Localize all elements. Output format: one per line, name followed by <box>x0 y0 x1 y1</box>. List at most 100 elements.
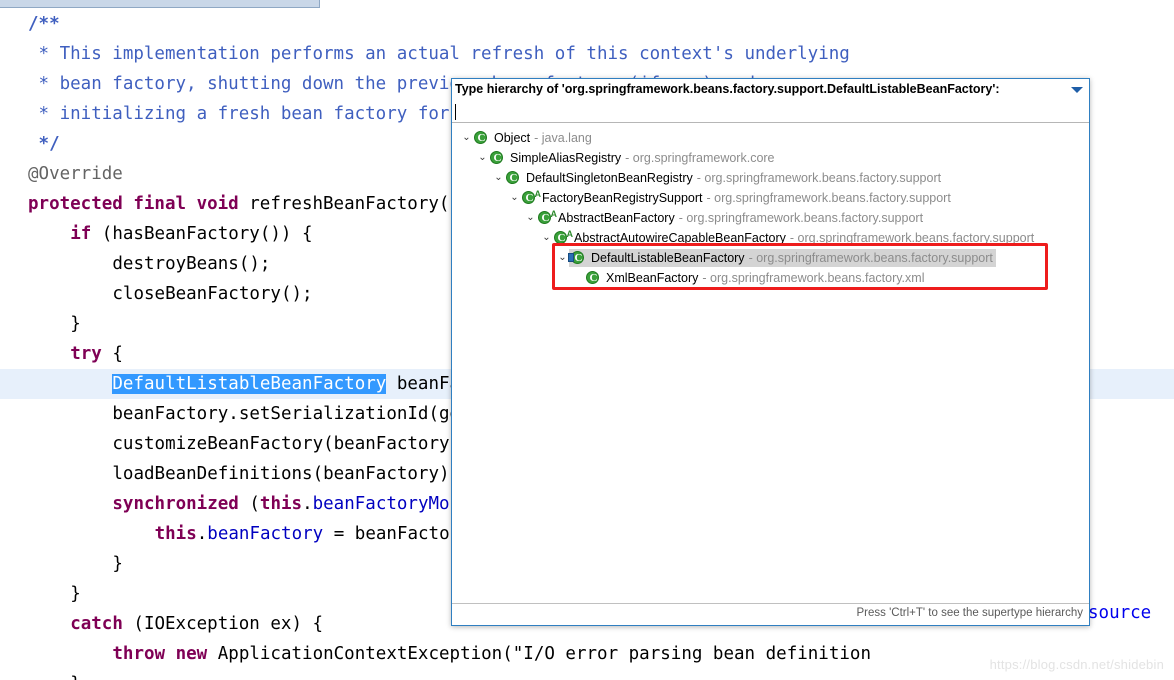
tree-row[interactable]: ⌄AAbstractBeanFactory- org.springframewo… <box>452 208 1089 228</box>
type-hierarchy-filter[interactable] <box>452 102 1089 123</box>
tree-type-name: Object <box>494 131 531 145</box>
tree-row[interactable]: ⌄SimpleAliasRegistry- org.springframewor… <box>452 148 1089 168</box>
code-token: destroyBeans(); <box>112 254 271 274</box>
code-token: synchronized <box>112 494 250 514</box>
tree-row-label-group: DefaultListableBeanFactory- org.springfr… <box>568 249 996 267</box>
chevron-down-icon[interactable]: ⌄ <box>476 148 489 168</box>
tree-row-label-group: DefaultSingletonBeanRegistry- org.spring… <box>505 170 941 186</box>
tree-row-label-group: AFactoryBeanRegistrySupport- org.springf… <box>521 189 951 206</box>
class-icon <box>489 150 505 166</box>
code-line: * This implementation performs an actual… <box>0 39 1174 69</box>
code-line-content: */ <box>28 134 60 154</box>
code-token: (hasBeanFactory()) { <box>101 224 313 244</box>
code-line-content: destroyBeans(); <box>28 254 270 274</box>
class-icon <box>585 270 601 286</box>
tree-type-name: XmlBeanFactory <box>606 271 699 285</box>
tree-type-package: - org.springframework.beans.factory.xml <box>702 271 925 285</box>
abstract-class-icon: A <box>521 189 541 206</box>
type-hierarchy-tree[interactable]: ⌄Object- java.lang⌄SimpleAliasRegistry- … <box>452 123 1089 602</box>
tree-type-package: - org.springframework.beans.factory.supp… <box>748 251 993 265</box>
code-line-content: @Override <box>28 164 123 184</box>
code-line-content: } <box>28 554 123 574</box>
code-token: (IOException ex) { <box>133 614 324 634</box>
tree-row[interactable]: ⌄AFactoryBeanRegistrySupport- org.spring… <box>452 188 1089 208</box>
type-hierarchy-header: Type hierarchy of 'org.springframework.b… <box>452 79 1089 102</box>
code-token: throw new <box>112 644 218 664</box>
tree-type-name: DefaultListableBeanFactory <box>591 251 745 265</box>
tree-type-name: DefaultSingletonBeanRegistry <box>526 171 693 185</box>
code-token: * This implementation performs an actual… <box>28 44 850 64</box>
tree-type-package: - org.springframework.beans.factory.supp… <box>696 171 942 185</box>
abstract-marker-icon: A <box>534 189 542 199</box>
tree-type-package: - org.springframework.core <box>625 151 775 165</box>
code-line-content: } <box>28 314 81 334</box>
chevron-down-icon[interactable] <box>1071 87 1083 93</box>
code-token: ( <box>249 494 260 514</box>
tree-row[interactable]: XmlBeanFactory- org.springframework.bean… <box>452 268 1089 288</box>
abstract-class-icon: A <box>537 209 557 226</box>
code-line-content: loadBeanDefinitions(beanFactory); <box>28 464 460 484</box>
chevron-down-icon[interactable]: ⌄ <box>540 228 553 248</box>
code-line-content: this.beanFactory = beanFactory; <box>28 524 482 544</box>
code-line-content: closeBeanFactory(); <box>28 284 313 304</box>
type-hierarchy-status-hint: Press 'Ctrl+T' to see the supertype hier… <box>452 603 1089 625</box>
code-token: /** <box>28 14 60 34</box>
class-icon <box>505 170 521 186</box>
active-tab[interactable] <box>0 0 320 8</box>
chevron-down-icon[interactable]: ⌄ <box>524 208 537 228</box>
code-token: this <box>259 494 303 514</box>
tree-row-label-group: AAbstractBeanFactory- org.springframewor… <box>537 209 924 226</box>
tree-type-package: - org.springframework.beans.factory.supp… <box>706 191 951 205</box>
code-line-content: catch (IOException ex) { <box>28 614 323 634</box>
class-icon <box>473 130 489 146</box>
code-token: */ <box>28 134 60 154</box>
code-token: loadBeanDefinitions(beanFactory); <box>112 464 461 484</box>
source-link[interactable]: source <box>1088 603 1151 623</box>
abstract-marker-icon: A <box>566 229 574 239</box>
tree-row-label-group: XmlBeanFactory- org.springframework.bean… <box>585 270 924 286</box>
selected-token: DefaultListableBeanFactory <box>112 374 387 394</box>
code-token: refreshBeanFactory() { <box>249 194 482 214</box>
code-token: } <box>112 554 123 574</box>
code-token: closeBeanFactory(); <box>112 284 313 304</box>
tree-type-name: SimpleAliasRegistry <box>510 151 622 165</box>
chevron-down-icon[interactable]: ⌄ <box>460 128 473 148</box>
code-token: customizeBeanFactory(beanFactory); <box>112 434 471 454</box>
tree-type-name: AbstractAutowireCapableBeanFactory <box>574 231 786 245</box>
code-token: try <box>70 344 113 364</box>
screen: /** * This implementation performs an ac… <box>0 0 1174 680</box>
code-token: catch <box>70 614 134 634</box>
chevron-down-icon[interactable]: ⌄ <box>508 188 521 208</box>
tree-row-label-group: SimpleAliasRegistry- org.springframework… <box>489 150 775 166</box>
tree-type-package: - org.springframework.beans.factory.supp… <box>678 211 924 225</box>
code-line-content: customizeBeanFactory(beanFactory); <box>28 434 471 454</box>
code-token: } <box>70 584 81 604</box>
focus-type-marker-icon <box>568 253 574 262</box>
chevron-down-icon[interactable]: ⌄ <box>492 168 505 188</box>
code-line-content: * This implementation performs an actual… <box>28 44 850 64</box>
code-token: } <box>70 674 81 680</box>
tree-type-name: AbstractBeanFactory <box>558 211 675 225</box>
abstract-class-icon: A <box>553 229 573 246</box>
tree-type-package: - java.lang <box>534 131 592 145</box>
code-token: . <box>302 494 313 514</box>
filter-input[interactable] <box>456 103 1076 121</box>
tree-row-label-group: Object- java.lang <box>473 130 592 146</box>
code-line-content: try { <box>28 344 123 364</box>
class-icon-focus <box>568 250 586 266</box>
code-line-content: } <box>28 584 81 604</box>
code-token: this <box>154 524 197 544</box>
code-token: { <box>112 344 123 364</box>
type-hierarchy-popup[interactable]: Type hierarchy of 'org.springframework.b… <box>451 78 1090 626</box>
tree-row[interactable]: ⌄DefaultListableBeanFactory- org.springf… <box>452 248 1089 268</box>
code-token: } <box>70 314 81 334</box>
tree-row[interactable]: ⌄AAbstractAutowireCapableBeanFactory- or… <box>452 228 1089 248</box>
code-line-content: } <box>28 674 81 680</box>
tree-row-label-group: AAbstractAutowireCapableBeanFactory- org… <box>553 229 1034 246</box>
code-token: ApplicationContextException("I/O error p… <box>217 644 882 664</box>
tree-row[interactable]: ⌄Object- java.lang <box>452 128 1089 148</box>
tab-strip-filler <box>321 7 1174 8</box>
code-token: protected final void <box>28 194 250 214</box>
tree-row[interactable]: ⌄DefaultSingletonBeanRegistry- org.sprin… <box>452 168 1089 188</box>
code-token: if <box>70 224 102 244</box>
